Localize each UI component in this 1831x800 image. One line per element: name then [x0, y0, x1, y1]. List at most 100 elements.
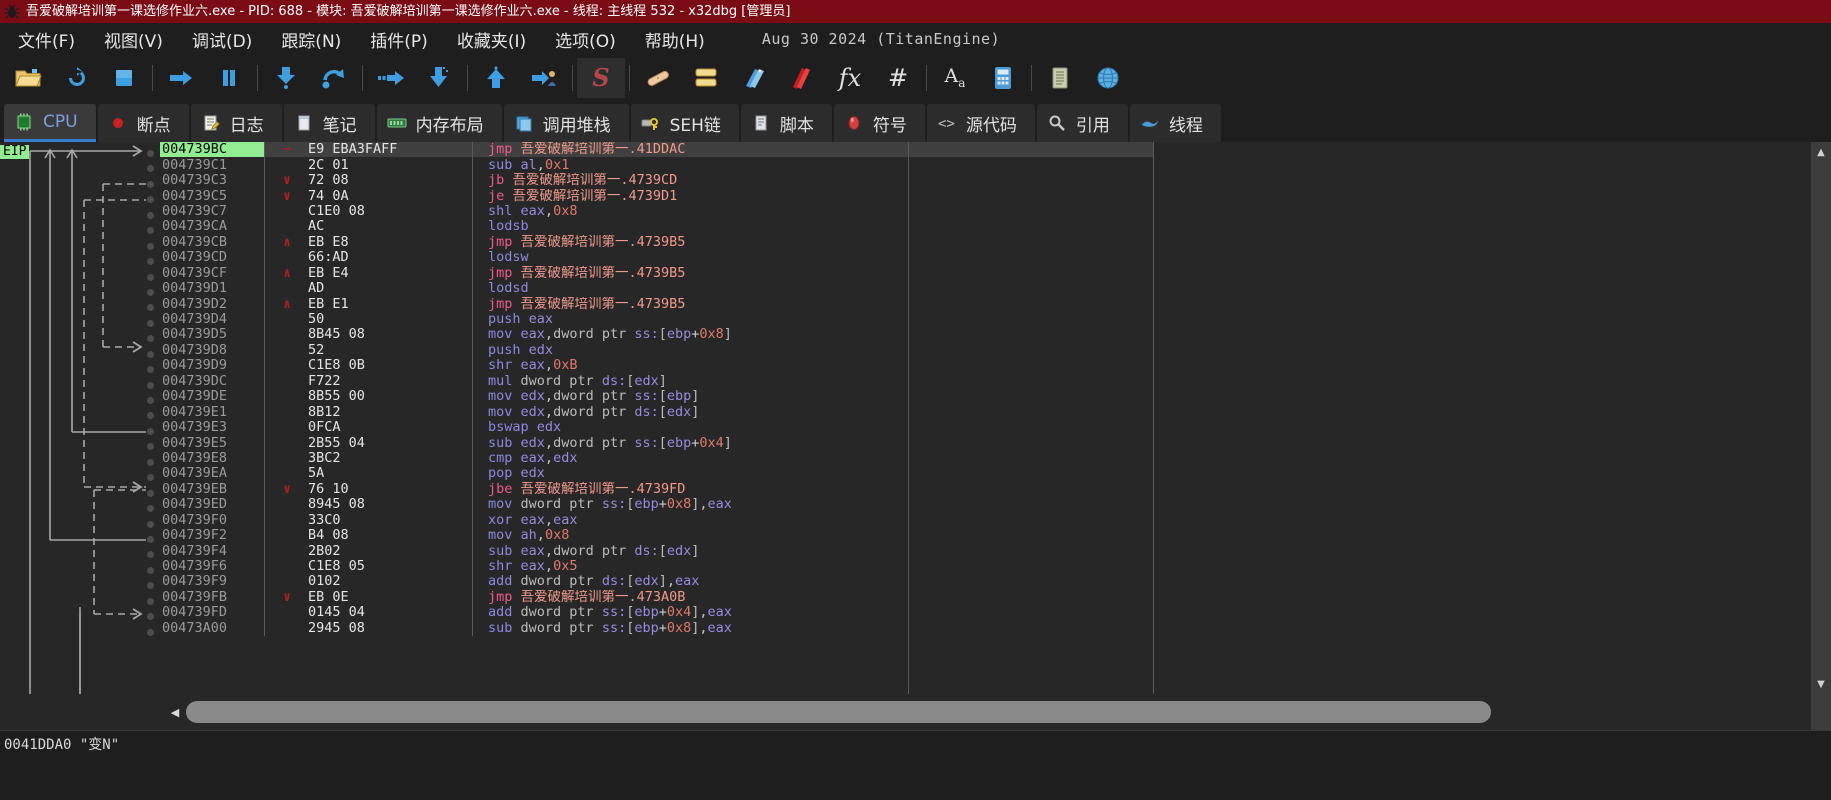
- instruction-row[interactable]: 004739FD 0145 04 add dword ptr ss:[ebp+0x4…: [160, 605, 1153, 621]
- instruction-row[interactable]: 004739D2 ∧ EB E1 jmp 吾爱破解培训第一.4739B5: [160, 296, 1153, 312]
- instruction-row[interactable]: 004739EB ∨ 76 10 jbe 吾爱破解培训第一.4739FD: [160, 481, 1153, 498]
- run-icon[interactable]: [157, 58, 205, 98]
- breakpoint-toggle-dot[interactable]: [146, 150, 154, 157]
- step-over-icon[interactable]: [310, 58, 358, 98]
- font-icon[interactable]: Aa: [931, 58, 979, 98]
- breakpoint-toggle-dot[interactable]: [146, 242, 154, 250]
- instruction-row[interactable]: 004739F4 2B02 sub eax,dword ptr ds:[edx]: [160, 543, 1153, 559]
- breakpoint-toggle-dot[interactable]: [146, 335, 154, 343]
- execute-till-return-icon[interactable]: [472, 58, 520, 98]
- fx-icon[interactable]: fx: [826, 58, 874, 98]
- breakpoint-dot-column[interactable]: [144, 146, 156, 636]
- instruction-row[interactable]: 004739ED 8945 08 mov dword ptr ss:[ebp+0x8…: [160, 497, 1153, 513]
- instruction-row[interactable]: 004739F0 33C0 xor eax,eax: [160, 512, 1153, 528]
- scroll-up-arrow[interactable]: ▲: [1811, 142, 1831, 162]
- breakpoint-toggle-dot[interactable]: [146, 319, 154, 327]
- instruction-row[interactable]: 004739D8 52 push edx: [160, 342, 1153, 359]
- instruction-row[interactable]: 004739FB ∨ EB 0E jmp 吾爱破解培训第一.473A0B: [160, 589, 1153, 606]
- breakpoint-toggle-dot[interactable]: [146, 489, 154, 497]
- breakpoint-toggle-dot[interactable]: [146, 288, 154, 296]
- tab-notes[interactable]: 笔记: [283, 104, 375, 142]
- instruction-row[interactable]: 004739C5 ∨ 74 0A je 吾爱破解培训第一.4739D1: [160, 188, 1153, 204]
- scroll-down-arrow[interactable]: ▼: [1811, 674, 1831, 694]
- instruction-row[interactable]: 004739C3 ∨ 72 08 jb 吾爱破解培训第一.4739CD: [160, 173, 1153, 189]
- tab-references[interactable]: 引用: [1036, 104, 1128, 142]
- instruction-row[interactable]: 004739E1 8B12 mov edx,dword ptr ds:[edx]: [160, 404, 1153, 420]
- breakpoint-toggle-dot[interactable]: [146, 165, 154, 173]
- tab-seh-chain[interactable]: SEH链: [630, 104, 739, 142]
- breakpoint-toggle-dot[interactable]: [146, 350, 154, 358]
- pause-icon[interactable]: [205, 58, 253, 98]
- instruction-row[interactable]: 004739F9 0102 add dword ptr ds:[edx],eax: [160, 574, 1153, 590]
- menu-trace[interactable]: 跟踪(N): [269, 25, 358, 54]
- breakpoint-toggle-dot[interactable]: [146, 597, 154, 605]
- hash-icon[interactable]: #: [874, 58, 922, 98]
- breakpoint-toggle-dot[interactable]: [146, 505, 154, 513]
- instruction-row[interactable]: 004739E5 2B55 04 sub edx,dword ptr ss:[ebp…: [160, 435, 1153, 451]
- breakpoint-toggle-dot[interactable]: [146, 381, 154, 389]
- trace-into-icon[interactable]: [367, 58, 415, 98]
- horizontal-scroll-thumb[interactable]: [186, 701, 1491, 723]
- instruction-row[interactable]: 004739CA AC lodsb: [160, 219, 1153, 235]
- menu-options[interactable]: 选项(O): [543, 25, 633, 54]
- instruction-row[interactable]: 004739D4 50 push eax: [160, 312, 1153, 328]
- scylla-icon[interactable]: S: [577, 57, 625, 98]
- instruction-row[interactable]: 004739CB ∧ EB E8 jmp 吾爱破解培训第一.4739B5: [160, 234, 1153, 251]
- tab-script[interactable]: 脚本: [740, 104, 832, 142]
- menu-plugins[interactable]: 插件(P): [358, 25, 445, 54]
- instruction-row[interactable]: 004739F6 C1E8 05 shr eax,0x5: [160, 559, 1153, 575]
- breakpoint-toggle-dot[interactable]: [146, 227, 154, 235]
- instruction-row[interactable]: 004739C7 C1E0 08 shl eax,0x8: [160, 203, 1153, 220]
- tab-threads[interactable]: 线程: [1129, 104, 1221, 142]
- tab-symbols[interactable]: 符号: [833, 104, 925, 142]
- breakpoint-toggle-dot[interactable]: [146, 520, 154, 528]
- instruction-row[interactable]: 004739F2 B4 08 mov ah,0x8: [160, 528, 1153, 544]
- breakpoint-toggle-dot[interactable]: [146, 566, 154, 574]
- globe-icon[interactable]: [1084, 58, 1132, 98]
- breakpoint-toggle-dot[interactable]: [146, 180, 154, 188]
- notes-icon[interactable]: [1036, 58, 1084, 98]
- tab-memory-map[interactable]: 内存布局: [376, 104, 502, 142]
- breakpoint-toggle-dot[interactable]: [146, 211, 154, 219]
- menu-view[interactable]: 视图(V): [92, 25, 180, 54]
- tab-call-stack[interactable]: 调用堆栈: [503, 104, 629, 142]
- instruction-row[interactable]: 004739E3 0FCA bswap edx: [160, 420, 1153, 436]
- calculator-icon[interactable]: [979, 58, 1027, 98]
- breakpoint-toggle-dot[interactable]: [146, 535, 154, 543]
- breakpoint-toggle-dot[interactable]: [146, 613, 154, 621]
- breakpoint-toggle-dot[interactable]: [146, 458, 154, 466]
- instruction-row[interactable]: 00473A00 2945 08 sub dword ptr ss:[ebp+0x8…: [160, 620, 1153, 636]
- log-icon[interactable]: [682, 58, 730, 98]
- instruction-row[interactable]: 004739EA 5A pop edx: [160, 466, 1153, 482]
- breakpoint-toggle-dot[interactable]: [146, 427, 154, 435]
- instruction-row[interactable]: 004739CD 66:AD lodsw: [160, 250, 1153, 266]
- instruction-row[interactable]: 004739D5 8B45 08 mov eax,dword ptr ss:[ebp…: [160, 327, 1153, 343]
- patch-icon[interactable]: [634, 58, 682, 98]
- breakpoint-toggle-dot[interactable]: [146, 397, 154, 404]
- breakpoint-toggle-dot[interactable]: [146, 474, 154, 482]
- instruction-row[interactable]: 004739D1 AD lodsd: [160, 281, 1153, 297]
- menu-debug[interactable]: 调试(D): [180, 25, 269, 54]
- run-to-user-code-icon[interactable]: [520, 58, 568, 98]
- breakpoint-toggle-dot[interactable]: [146, 273, 154, 281]
- breakpoint-toggle-dot[interactable]: [146, 366, 154, 374]
- breakpoint-toggle-dot[interactable]: [146, 304, 154, 312]
- breakpoint-toggle-dot[interactable]: [146, 258, 154, 266]
- tab-breakpoints[interactable]: 断点: [97, 104, 189, 142]
- instruction-row[interactable]: 004739DE 8B55 00 mov edx,dword ptr ss:[ebp…: [160, 389, 1153, 405]
- breakpoint-toggle-dot[interactable]: [146, 628, 154, 636]
- instruction-row[interactable]: 004739C1 2C 01 sub al,0x1: [160, 157, 1153, 173]
- instruction-row[interactable]: 004739BC − E9 EBA3FAFF jmp 吾爱破解培训第一.41DDAC: [160, 142, 1153, 158]
- breakpoint-toggle-dot[interactable]: [146, 443, 154, 451]
- instruction-rows[interactable]: 004739BC − E9 EBA3FAFF jmp 吾爱破解培训第一.41DDAC 0…: [160, 142, 1153, 694]
- instruction-row[interactable]: 004739DC F722 mul dword ptr ds:[edx]: [160, 373, 1153, 389]
- breakpoint-toggle-dot[interactable]: [146, 412, 154, 420]
- open-icon[interactable]: [4, 58, 52, 98]
- breakpoints-icon[interactable]: [730, 58, 778, 98]
- close-icon[interactable]: [100, 58, 148, 98]
- menu-favourites[interactable]: 收藏夹(I): [445, 25, 543, 54]
- instruction-row[interactable]: 004739CF ∧ EB E4 jmp 吾爱破解培训第一.4739B5: [160, 265, 1153, 281]
- trace-over-icon[interactable]: [415, 58, 463, 98]
- horizontal-scroll-track[interactable]: [186, 701, 1807, 723]
- memory-map-icon[interactable]: [778, 58, 826, 98]
